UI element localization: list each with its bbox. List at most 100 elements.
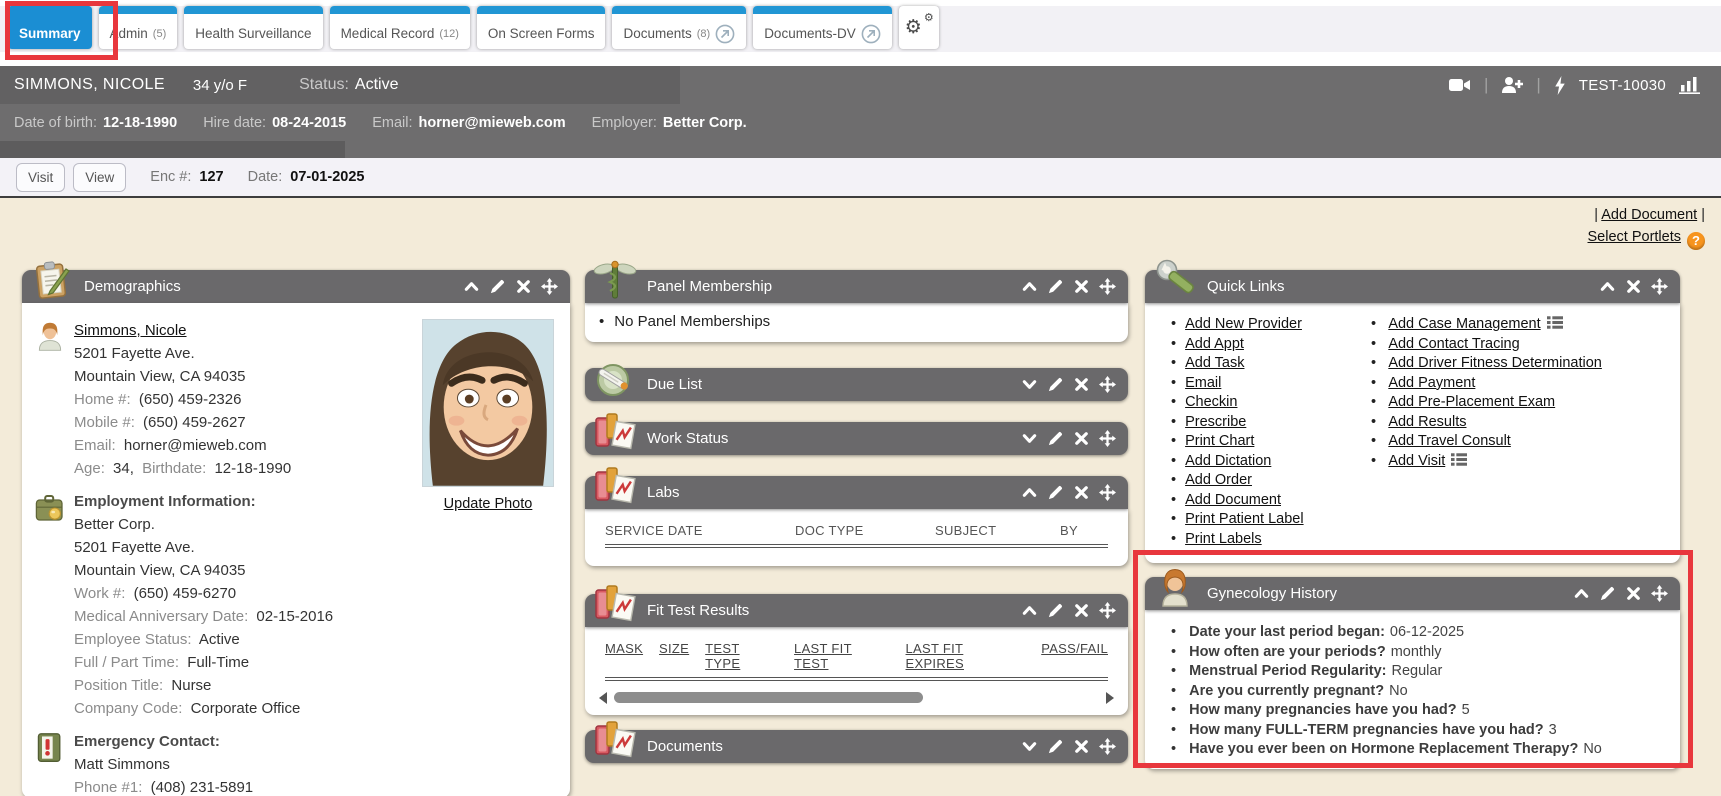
collapse-icon[interactable] bbox=[463, 278, 480, 295]
chart-tab[interactable]: Medical Record (12) bbox=[330, 6, 470, 49]
quick-link-item: Add Case Management bbox=[1371, 315, 1672, 335]
tabs-settings-button[interactable] bbox=[899, 6, 939, 49]
chart-tab[interactable]: Health Surveillance bbox=[184, 6, 322, 49]
quick-link[interactable]: Add Driver Fitness Determination bbox=[1388, 355, 1602, 371]
edit-icon[interactable] bbox=[1047, 430, 1064, 447]
quick-link[interactable]: Add Travel Consult bbox=[1388, 433, 1511, 449]
quick-link[interactable]: Add Pre-Placement Exam bbox=[1388, 394, 1555, 410]
expand-icon[interactable] bbox=[1021, 376, 1038, 393]
scrollbar-track[interactable] bbox=[611, 692, 1102, 704]
quick-link-item: Print Labels bbox=[1171, 530, 1371, 550]
quick-link[interactable]: Add Visit bbox=[1388, 453, 1445, 469]
edit-icon[interactable] bbox=[1047, 602, 1064, 619]
bar-chart-icon[interactable] bbox=[1679, 76, 1701, 94]
move-icon[interactable] bbox=[541, 278, 558, 295]
fit-test-column-header[interactable]: SIZE bbox=[659, 641, 689, 671]
quick-link[interactable]: Prescribe bbox=[1185, 414, 1246, 430]
labs-column-header: BY bbox=[1060, 523, 1108, 538]
move-icon[interactable] bbox=[1651, 585, 1668, 602]
fit-test-column-header[interactable]: LAST FIT TEST bbox=[794, 641, 889, 671]
demographics-line: Age: 34, Birthdate: 12-18-1990 bbox=[74, 457, 295, 480]
move-icon[interactable] bbox=[1651, 278, 1668, 295]
chart-tab[interactable]: On Screen Forms bbox=[477, 6, 606, 49]
edit-icon[interactable] bbox=[489, 278, 506, 295]
quick-link[interactable]: Add Case Management bbox=[1388, 316, 1540, 332]
move-icon[interactable] bbox=[1099, 430, 1116, 447]
video-call-icon[interactable] bbox=[1449, 76, 1471, 94]
fit-test-column-header[interactable]: PASS/FAIL bbox=[1041, 641, 1108, 671]
scroll-left-arrow[interactable] bbox=[599, 692, 607, 704]
fit-test-column-header[interactable]: LAST FIT EXPIRES bbox=[906, 641, 1026, 671]
table-divider bbox=[605, 544, 1108, 548]
add-person-icon[interactable] bbox=[1501, 76, 1523, 94]
quick-link[interactable]: Add Appt bbox=[1185, 336, 1244, 352]
close-icon[interactable] bbox=[1073, 278, 1090, 295]
collapse-icon[interactable] bbox=[1573, 585, 1590, 602]
close-icon[interactable] bbox=[1073, 602, 1090, 619]
close-icon[interactable] bbox=[515, 278, 532, 295]
quick-link[interactable]: Checkin bbox=[1185, 394, 1237, 410]
close-icon[interactable] bbox=[1625, 585, 1642, 602]
labs-column-headers: SERVICE DATEDOC TYPESUBJECTBY bbox=[585, 523, 1128, 538]
collapse-icon[interactable] bbox=[1599, 278, 1616, 295]
patient-field-value: horner@mieweb.com bbox=[419, 115, 566, 131]
chart-tab[interactable]: Summary bbox=[8, 6, 92, 49]
portlet-title: Due List bbox=[647, 376, 702, 393]
fit-test-column-header[interactable]: MASK bbox=[605, 641, 643, 671]
move-icon[interactable] bbox=[1099, 376, 1116, 393]
expand-icon[interactable] bbox=[1021, 738, 1038, 755]
edit-icon[interactable] bbox=[1047, 738, 1064, 755]
chart-tab[interactable]: Admin (5) bbox=[99, 6, 178, 49]
portlet-panel-membership: Panel Membership • No Panel Memberships bbox=[585, 270, 1128, 342]
edit-icon[interactable] bbox=[1047, 278, 1064, 295]
move-icon[interactable] bbox=[1099, 484, 1116, 501]
due-list-header: Due List bbox=[585, 368, 1128, 401]
patient-header-actions: | | TEST-10030 bbox=[1449, 66, 1701, 104]
quick-link[interactable]: Print Patient Label bbox=[1185, 511, 1304, 527]
fit-test-column-headers: MASK SIZE TEST TYPE LAST FIT TEST LAST FIT E… bbox=[585, 641, 1128, 671]
chart-tab[interactable]: Documents-DV bbox=[753, 6, 892, 49]
quick-link[interactable]: Add Contact Tracing bbox=[1388, 336, 1519, 352]
edit-icon[interactable] bbox=[1047, 484, 1064, 501]
quick-link[interactable]: Print Chart bbox=[1185, 433, 1254, 449]
open-in-window-icon[interactable] bbox=[715, 24, 735, 44]
edit-icon[interactable] bbox=[1599, 585, 1616, 602]
close-icon[interactable] bbox=[1073, 376, 1090, 393]
move-icon[interactable] bbox=[1099, 278, 1116, 295]
open-in-window-icon[interactable] bbox=[861, 24, 881, 44]
visit-button[interactable]: Visit bbox=[16, 163, 65, 192]
close-icon[interactable] bbox=[1625, 278, 1642, 295]
select-portlets-link[interactable]: Select Portlets bbox=[1588, 229, 1682, 245]
quick-link[interactable]: Add Payment bbox=[1388, 375, 1475, 391]
scrollbar-thumb[interactable] bbox=[614, 692, 923, 703]
move-icon[interactable] bbox=[1099, 738, 1116, 755]
list-view-icon[interactable] bbox=[1547, 316, 1563, 329]
collapse-icon[interactable] bbox=[1021, 484, 1038, 501]
update-photo-link[interactable]: Update Photo bbox=[444, 496, 533, 512]
quick-link[interactable]: Add Results bbox=[1388, 414, 1466, 430]
scroll-right-arrow[interactable] bbox=[1106, 692, 1114, 704]
collapse-icon[interactable] bbox=[1021, 278, 1038, 295]
close-icon[interactable] bbox=[1073, 484, 1090, 501]
briefcase-icon bbox=[34, 490, 74, 720]
close-icon[interactable] bbox=[1073, 430, 1090, 447]
move-icon[interactable] bbox=[1099, 602, 1116, 619]
quick-link[interactable]: Print Labels bbox=[1185, 531, 1262, 547]
quick-link[interactable]: Add Dictation bbox=[1185, 453, 1271, 469]
list-view-icon[interactable] bbox=[1451, 453, 1467, 466]
quick-link[interactable]: Email bbox=[1185, 375, 1221, 391]
quick-link[interactable]: Add Document bbox=[1185, 492, 1281, 508]
view-button[interactable]: View bbox=[73, 163, 126, 192]
quick-link[interactable]: Add Order bbox=[1185, 472, 1252, 488]
close-icon[interactable] bbox=[1073, 738, 1090, 755]
quick-link[interactable]: Add Task bbox=[1185, 355, 1244, 371]
fit-test-column-header[interactable]: TEST TYPE bbox=[705, 641, 778, 671]
chart-tab[interactable]: Documents (8) bbox=[612, 6, 746, 49]
help-icon[interactable]: ? bbox=[1687, 232, 1705, 250]
collapse-icon[interactable] bbox=[1021, 602, 1038, 619]
expand-icon[interactable] bbox=[1021, 430, 1038, 447]
edit-icon[interactable] bbox=[1047, 376, 1064, 393]
add-document-link[interactable]: Add Document bbox=[1601, 207, 1697, 223]
lightning-bolt-icon[interactable] bbox=[1554, 76, 1566, 95]
quick-link[interactable]: Add New Provider bbox=[1185, 316, 1302, 332]
